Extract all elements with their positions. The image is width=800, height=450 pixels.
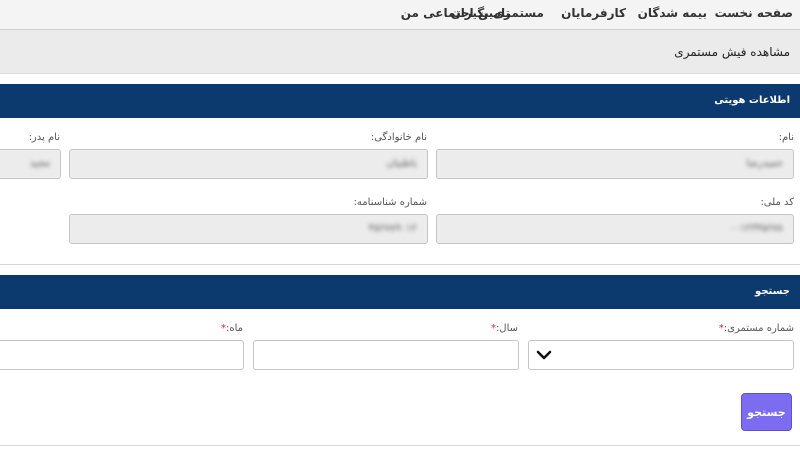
top-navigation: صفحه نخست بیمه شدگان کارفرمایان مستمری ب… bbox=[0, 0, 800, 30]
last-name-value: باطنیان bbox=[386, 158, 417, 169]
last-name-field: باطنیان bbox=[69, 149, 428, 179]
year-label: سال:* bbox=[489, 323, 518, 334]
month-label-text: ماه: bbox=[225, 323, 243, 334]
last-name-label: نام خانوادگی: bbox=[370, 132, 427, 143]
pension-no-label-text: شماره مستمری: bbox=[723, 323, 794, 334]
search-button[interactable]: جستجو bbox=[741, 393, 792, 431]
page-title: مشاهده فیش مستمری bbox=[674, 45, 790, 59]
father-name-field: مجید bbox=[0, 149, 61, 179]
pension-no-select[interactable] bbox=[528, 340, 794, 370]
pension-no-label: شماره مستمری:* bbox=[717, 323, 794, 334]
year-label-text: سال: bbox=[495, 323, 518, 334]
search-section-header: جستجو bbox=[0, 275, 800, 309]
national-code-label: کد ملی: bbox=[760, 197, 794, 208]
first-name-value: حمیدرضا bbox=[746, 158, 783, 169]
national-code-value: ۰۰۱۲۳۴۵۶۷۸ bbox=[729, 223, 783, 234]
month-label: ماه:* bbox=[219, 323, 243, 334]
identity-section-header: اطلاعات هویتی bbox=[0, 84, 800, 118]
father-name-value: مجید bbox=[29, 158, 50, 169]
nav-my-social-security[interactable]: تامین اجتماعی من bbox=[401, 6, 510, 20]
father-name-label: نام پدر: bbox=[28, 132, 60, 143]
nav-insured[interactable]: بیمه شدگان bbox=[638, 6, 707, 20]
birth-cert-field: ۴۵۶۷۸۹۰۱۲ bbox=[69, 214, 428, 244]
chevron-down-icon bbox=[536, 350, 552, 360]
bottom-divider bbox=[0, 445, 800, 446]
identity-section-title: اطلاعات هویتی bbox=[714, 95, 790, 106]
national-code-field: ۰۰۱۲۳۴۵۶۷۸ bbox=[436, 214, 794, 244]
birth-cert-value: ۴۵۶۷۸۹۰۱۲ bbox=[368, 223, 417, 234]
page-title-bar: مشاهده فیش مستمری bbox=[0, 30, 800, 74]
nav-employers[interactable]: کارفرمایان bbox=[561, 6, 626, 20]
search-section-title: جستجو bbox=[755, 286, 790, 297]
first-name-label: نام: bbox=[778, 132, 794, 143]
birth-cert-label: شماره شناسنامه: bbox=[353, 197, 427, 208]
section-divider bbox=[0, 264, 800, 265]
year-input[interactable] bbox=[253, 340, 519, 370]
month-input[interactable] bbox=[0, 340, 244, 370]
first-name-field: حمیدرضا bbox=[436, 149, 794, 179]
nav-home[interactable]: صفحه نخست bbox=[715, 6, 793, 20]
